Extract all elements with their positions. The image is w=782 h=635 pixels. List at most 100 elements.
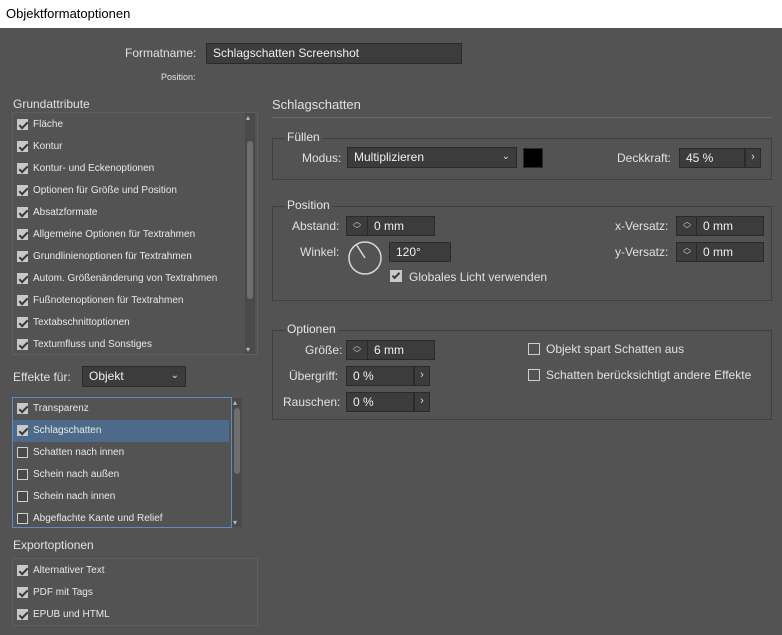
xversatz-stepper[interactable]: ︿ ﹀ [676, 216, 698, 236]
scroll-down-icon[interactable]: ▾ [246, 345, 250, 354]
grundattribute-item[interactable]: Textabschnittoptionen [15, 312, 243, 334]
effekte-select[interactable]: Objekt ⌄ [82, 366, 186, 387]
grundattribute-item[interactable]: Fläche [15, 114, 243, 136]
effekte-item[interactable]: Transparenz [15, 398, 231, 420]
grundattribute-item-label: Textabschnittoptionen [33, 317, 130, 328]
modus-select[interactable]: Multiplizieren ⌄ [347, 147, 517, 168]
xversatz-label: x-Versatz: [615, 219, 669, 233]
effekte-item[interactable]: Abgeflachte Kante und Relief [15, 508, 231, 527]
effekte-item[interactable]: Schlagschatten [13, 420, 229, 442]
effekte-checkbox[interactable] [17, 491, 28, 502]
grundattribute-checkbox[interactable] [17, 317, 28, 328]
yversatz-stepper[interactable]: ︿ ﹀ [676, 242, 698, 262]
grundattribute-checkbox[interactable] [17, 295, 28, 306]
window-title: Objektformatoptionen [0, 0, 782, 28]
beruecksichtigt-checkbox[interactable] [528, 369, 540, 381]
effekte-select-value: Objekt [89, 369, 124, 383]
grundattribute-item-label: Optionen für Größe und Position [33, 185, 177, 196]
grundattribute-checkbox[interactable] [17, 273, 28, 284]
rauschen-arrow-icon[interactable]: › [414, 392, 430, 412]
grundattribute-checkbox[interactable] [17, 339, 28, 350]
winkel-label: Winkel: [300, 245, 340, 259]
effekte-item[interactable]: Schein nach außen [15, 464, 231, 486]
effekte-checkbox[interactable] [17, 447, 28, 458]
grundattribute-checkbox[interactable] [17, 141, 28, 152]
deckkraft-input[interactable]: 45 % [679, 148, 745, 168]
modus-value: Multiplizieren [354, 150, 425, 164]
scroll-down-icon[interactable]: ▾ [233, 518, 237, 527]
scroll-up-icon[interactable]: ▴ [233, 398, 237, 407]
formatname-label: Formatname: [125, 46, 197, 60]
export-item[interactable]: PDF mit Tags [15, 582, 255, 604]
groesse-stepper[interactable]: ︿ ﹀ [346, 340, 368, 360]
formatname-input[interactable]: Schlagschatten Screenshot [206, 43, 462, 64]
grundattribute-item[interactable]: Grundlinienoptionen für Textrahmen [15, 246, 243, 268]
export-item[interactable]: EPUB und HTML [15, 604, 255, 625]
uebergriff-arrow-icon[interactable]: › [414, 366, 430, 386]
effekte-item-label: Abgeflachte Kante und Relief [33, 513, 163, 524]
grundattribute-list: Fläche Kontur Kontur- und Eckenoptionen Opt… [12, 112, 258, 355]
grundattribute-checkbox[interactable] [17, 163, 28, 174]
abstand-stepper[interactable]: ︿ ﹀ [346, 216, 368, 236]
grundattribute-checkbox[interactable] [17, 207, 28, 218]
export-item-label: PDF mit Tags [33, 587, 93, 598]
export-checkbox[interactable] [17, 587, 28, 598]
grundattribute-checkbox[interactable] [17, 185, 28, 196]
grundattribute-item[interactable]: Fußnotenoptionen für Textrahmen [15, 290, 243, 312]
winkel-input[interactable]: 120° [389, 242, 451, 262]
global-light-label: Globales Licht verwenden [409, 270, 548, 284]
grundattribute-item[interactable]: Textumfluss und Sonstiges [15, 334, 243, 354]
abstand-input[interactable]: 0 mm [367, 216, 435, 236]
grundattribute-checkbox[interactable] [17, 119, 28, 130]
color-swatch[interactable] [523, 148, 543, 168]
grundattribute-item[interactable]: Autom. Größenänderung von Textrahmen [15, 268, 243, 290]
global-light-checkbox[interactable] [390, 270, 402, 282]
export-checkbox[interactable] [17, 609, 28, 620]
uebergriff-label: Übergriff: [289, 369, 339, 383]
effekte-checkbox[interactable] [17, 403, 28, 414]
scroll-thumb[interactable] [234, 408, 240, 474]
rauschen-input[interactable]: 0 % [346, 392, 414, 412]
grundattribute-checkbox[interactable] [17, 251, 28, 262]
effekte-item[interactable]: Schatten nach innen [15, 442, 231, 464]
grundattribute-item[interactable]: Optionen für Größe und Position [15, 180, 243, 202]
export-checkbox[interactable] [17, 565, 28, 576]
grundattribute-item-label: Kontur- und Eckenoptionen [33, 163, 155, 174]
angle-dial-icon[interactable] [347, 240, 383, 276]
groesse-input[interactable]: 6 mm [367, 340, 435, 360]
effekte-checkbox[interactable] [17, 425, 28, 436]
yversatz-input[interactable]: 0 mm [696, 242, 764, 262]
scroll-thumb[interactable] [247, 141, 253, 299]
export-item-label: EPUB und HTML [33, 609, 110, 620]
rauschen-label: Rauschen: [283, 395, 341, 409]
panel-title: Schlagschatten [272, 97, 361, 112]
grundattribute-item-label: Textumfluss und Sonstiges [33, 339, 152, 350]
effekte-checkbox[interactable] [17, 469, 28, 480]
effekte-item[interactable]: Schein nach innen [15, 486, 231, 508]
fuellen-title: Füllen [285, 130, 322, 144]
panel-divider [272, 117, 772, 118]
effekte-checkbox[interactable] [17, 513, 28, 524]
deckkraft-label: Deckkraft: [617, 151, 672, 165]
effekte-item-label: Transparenz [33, 403, 89, 414]
export-item-label: Alternativer Text [33, 565, 105, 576]
spart-checkbox[interactable] [528, 343, 540, 355]
deckkraft-arrow-icon[interactable]: › [745, 148, 761, 168]
effekte-scrollbar[interactable]: ▴ ▾ [232, 398, 242, 527]
position-title: Position [285, 198, 332, 212]
grundattribute-item-label: Autom. Größenänderung von Textrahmen [33, 273, 218, 284]
optionen-title: Optionen [285, 322, 338, 336]
effekte-item-label: Schatten nach innen [33, 447, 125, 458]
effekte-label: Effekte für: [13, 370, 71, 384]
uebergriff-input[interactable]: 0 % [346, 366, 414, 386]
grundattribute-item[interactable]: Absatzformate [15, 202, 243, 224]
xversatz-input[interactable]: 0 mm [696, 216, 764, 236]
grundattribute-scrollbar[interactable]: ▴ ▾ [245, 113, 255, 354]
grundattribute-item[interactable]: Kontur- und Eckenoptionen [15, 158, 243, 180]
grundattribute-checkbox[interactable] [17, 229, 28, 240]
export-item[interactable]: Alternativer Text [15, 560, 255, 582]
effekte-list: Transparenz Schlagschatten Schatten nach i… [12, 397, 232, 528]
grundattribute-item[interactable]: Kontur [15, 136, 243, 158]
scroll-up-icon[interactable]: ▴ [246, 113, 250, 122]
grundattribute-item[interactable]: Allgemeine Optionen für Textrahmen [15, 224, 243, 246]
